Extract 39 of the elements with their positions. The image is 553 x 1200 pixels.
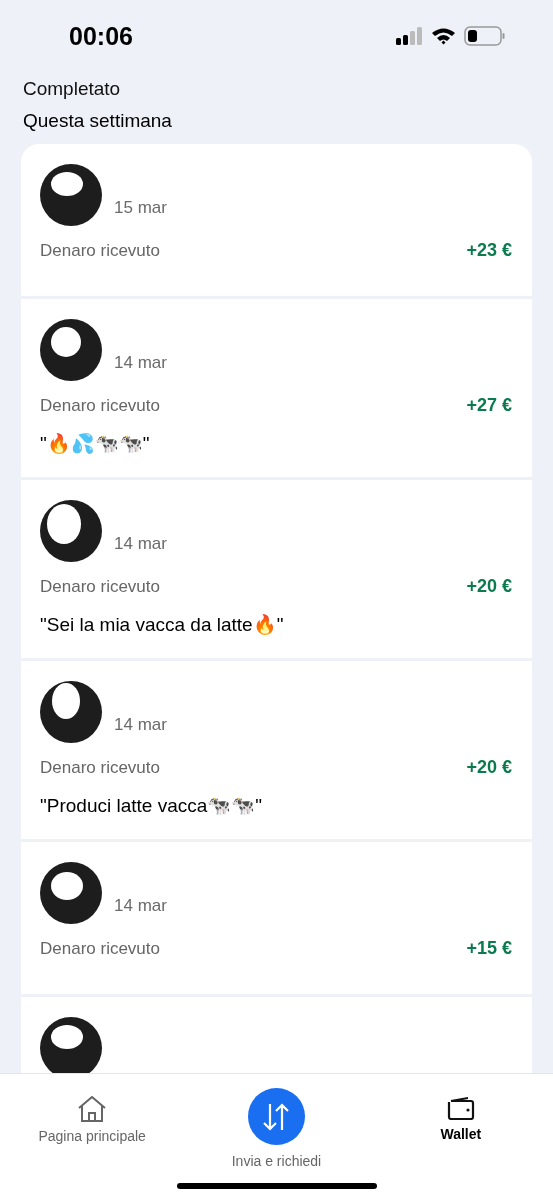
transaction-message: "🔥💦🐄🐄" bbox=[40, 432, 151, 455]
wallet-icon bbox=[446, 1096, 475, 1120]
transaction-row[interactable]: 14 mar Denaro ricevuto +20 € "Produci latte vacca🐄🐄" bbox=[21, 661, 532, 842]
transaction-date: 14 mar bbox=[114, 534, 167, 555]
avatar-icon bbox=[40, 500, 102, 562]
transaction-date: 14 mar bbox=[114, 896, 167, 917]
avatar-icon bbox=[40, 164, 102, 226]
avatar-icon bbox=[40, 681, 102, 743]
group-title: Questa settimana bbox=[23, 110, 173, 132]
transaction-description: Denaro ricevuto bbox=[40, 240, 160, 261]
transaction-row[interactable]: 14 mar Denaro ricevuto +20 € "Sei la mia vacca da latte🔥" bbox=[21, 480, 532, 661]
transaction-amount: +23 € bbox=[466, 240, 512, 261]
transaction-row[interactable]: 14 mar Denaro ricevuto +27 € "🔥💦🐄🐄" bbox=[21, 299, 532, 480]
nav-tab[interactable]: Wallet bbox=[368, 1074, 553, 1200]
transfer-icon bbox=[248, 1088, 305, 1145]
nav-tab[interactable]: Pagina principale bbox=[0, 1074, 185, 1200]
transaction-description: Denaro ricevuto bbox=[40, 938, 160, 959]
signal-icon bbox=[396, 27, 423, 45]
transaction-date: 14 mar bbox=[114, 353, 167, 374]
section-title: Completato bbox=[23, 78, 122, 100]
home-icon bbox=[77, 1096, 108, 1122]
transaction-date: 15 mar bbox=[114, 198, 167, 219]
status-time: 00:06 bbox=[69, 21, 133, 51]
transaction-description: Denaro ricevuto bbox=[40, 395, 160, 416]
avatar-icon bbox=[40, 862, 102, 924]
transaction-message: "Produci latte vacca🐄🐄" bbox=[40, 794, 263, 817]
transaction-row[interactable]: 15 mar Denaro ricevuto +23 € bbox=[21, 144, 532, 299]
avatar-icon bbox=[40, 319, 102, 381]
battery-icon bbox=[464, 26, 505, 46]
transaction-description: Denaro ricevuto bbox=[40, 576, 160, 597]
transaction-message: "Sei la mia vacca da latte🔥" bbox=[40, 613, 285, 636]
transaction-description: Denaro ricevuto bbox=[40, 757, 160, 778]
transaction-amount: +20 € bbox=[466, 576, 512, 597]
transaction-row[interactable]: 14 mar Denaro ricevuto +15 € bbox=[21, 842, 532, 997]
transaction-amount: +27 € bbox=[466, 395, 512, 416]
transaction-amount: +20 € bbox=[466, 757, 512, 778]
transaction-date: 14 mar bbox=[114, 715, 167, 736]
wifi-icon bbox=[431, 27, 456, 45]
transaction-amount: +15 € bbox=[466, 938, 512, 959]
